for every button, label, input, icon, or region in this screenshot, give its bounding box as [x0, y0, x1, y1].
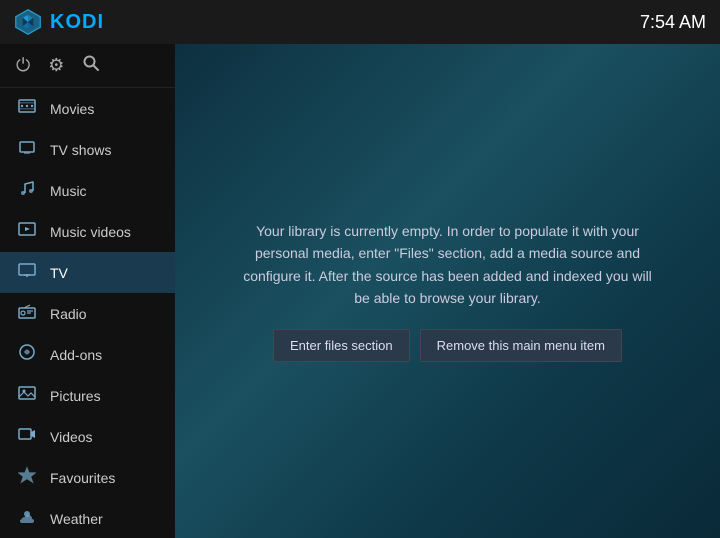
- radio-icon: [16, 302, 38, 325]
- sidebar-controls: ⏻ ⚙: [0, 44, 175, 88]
- sidebar-item-radio[interactable]: Radio: [0, 293, 175, 334]
- favourites-icon: [16, 466, 38, 489]
- header-left: KODI: [14, 8, 104, 36]
- sidebar-item-addons[interactable]: Add-ons: [0, 334, 175, 375]
- enter-files-button[interactable]: Enter files section: [273, 329, 410, 362]
- empty-library-message: Your library is currently empty. In orde…: [238, 220, 658, 310]
- tv-icon: [16, 261, 38, 284]
- music-icon: [16, 179, 38, 202]
- sidebar-label-videos: Videos: [50, 429, 93, 445]
- empty-library-panel: Your library is currently empty. In orde…: [218, 200, 678, 383]
- sidebar-item-weather[interactable]: Weather: [0, 498, 175, 538]
- sidebar-label-musicvideos: Music videos: [50, 224, 131, 240]
- sidebar-label-favourites: Favourites: [50, 470, 115, 486]
- sidebar-item-pictures[interactable]: Pictures: [0, 375, 175, 416]
- empty-library-buttons: Enter files section Remove this main men…: [238, 329, 658, 362]
- app-title: KODI: [50, 11, 104, 34]
- addons-icon: [16, 343, 38, 366]
- sidebar-label-pictures: Pictures: [50, 388, 101, 404]
- sidebar-item-musicvideos[interactable]: Music videos: [0, 211, 175, 252]
- sidebar-label-radio: Radio: [50, 306, 87, 322]
- remove-menu-item-button[interactable]: Remove this main menu item: [420, 329, 622, 362]
- settings-icon[interactable]: ⚙: [48, 55, 64, 76]
- sidebar-item-tvshows[interactable]: TV shows: [0, 129, 175, 170]
- search-icon[interactable]: [82, 54, 100, 77]
- sidebar-item-tv[interactable]: TV: [0, 252, 175, 293]
- current-time: 7:54 AM: [640, 12, 706, 33]
- sidebar-item-movies[interactable]: Movies: [0, 88, 175, 129]
- sidebar-label-movies: Movies: [50, 101, 94, 117]
- main-layout: ⏻ ⚙ Movies TV shows: [0, 44, 720, 538]
- sidebar-label-music: Music: [50, 183, 87, 199]
- sidebar-label-tvshows: TV shows: [50, 142, 111, 158]
- sidebar-label-weather: Weather: [50, 511, 103, 527]
- movies-icon: [16, 97, 38, 120]
- weather-icon: [16, 507, 38, 530]
- sidebar-item-music[interactable]: Music: [0, 170, 175, 211]
- main-content: Your library is currently empty. In orde…: [175, 44, 720, 538]
- kodi-logo-icon: [14, 8, 42, 36]
- pictures-icon: [16, 384, 38, 407]
- power-icon[interactable]: ⏻: [16, 55, 30, 76]
- sidebar-item-favourites[interactable]: Favourites: [0, 457, 175, 498]
- videos-icon: [16, 425, 38, 448]
- sidebar-label-addons: Add-ons: [50, 347, 102, 363]
- header: KODI 7:54 AM: [0, 0, 720, 44]
- sidebar-label-tv: TV: [50, 265, 68, 281]
- sidebar-item-videos[interactable]: Videos: [0, 416, 175, 457]
- sidebar: ⏻ ⚙ Movies TV shows: [0, 44, 175, 538]
- musicvideos-icon: [16, 220, 38, 243]
- tvshows-icon: [16, 138, 38, 161]
